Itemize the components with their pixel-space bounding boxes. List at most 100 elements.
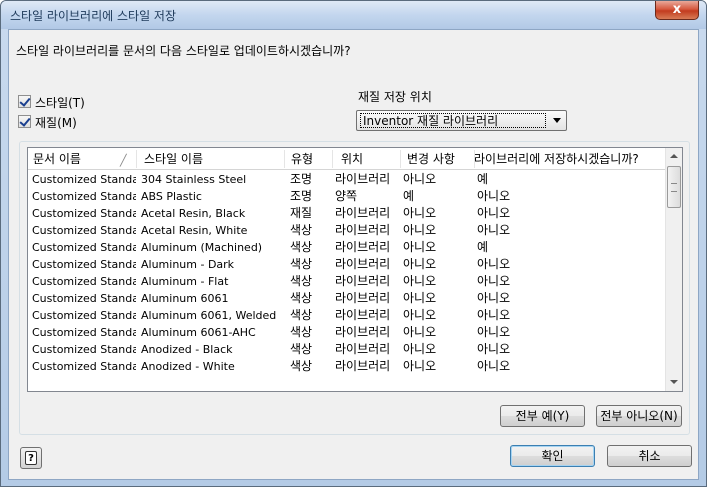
cell-location: 라이브러리 [335, 359, 391, 373]
cell-save[interactable]: 아니오 [477, 205, 627, 222]
cell-save[interactable]: 아니오 [477, 358, 627, 375]
list-header: 문서 이름 ╱ 스타일 이름 유형 위치 변경 사항 라이브러리에 저장하시겠습… [28, 148, 666, 170]
table-row[interactable]: Customized Standard 304 Stainless Steel 조명… [28, 171, 666, 188]
cell-type: 색상 [290, 223, 313, 237]
column-header-location[interactable]: 위치 [336, 148, 400, 170]
cell-document: Customized Standard [32, 326, 136, 339]
cell-location: 라이브러리 [335, 206, 391, 220]
sort-indicator-icon: ╱ [120, 154, 127, 167]
cell-type: 조명 [290, 189, 313, 203]
table-row[interactable]: Customized Standard Aluminum 6061, Welded… [28, 307, 666, 324]
cell-style: Acetal Resin, White [141, 224, 248, 237]
cell-document: Customized Standard [32, 173, 136, 186]
cell-type: 조명 [290, 172, 313, 186]
table-row[interactable]: Customized Standard Aluminum (Machined) 색상… [28, 239, 666, 256]
help-button[interactable]: ? [20, 447, 42, 469]
cell-type: 재질 [290, 206, 313, 220]
cancel-button[interactable]: 취소 [607, 445, 692, 467]
cell-style: Aluminum 6061 [141, 292, 229, 305]
column-header-type[interactable]: 유형 [286, 148, 332, 170]
cell-document: Customized Standard [32, 258, 136, 271]
all-yes-button[interactable]: 전부 예(Y) [500, 405, 585, 427]
cell-document: Customized Standard [32, 241, 136, 254]
cell-save[interactable]: 아니오 [477, 341, 627, 358]
cell-location: 라이브러리 [335, 172, 391, 186]
cell-changes: 아니오 [403, 308, 437, 322]
cell-type: 색상 [290, 342, 313, 356]
cell-style: Aluminum (Machined) [141, 241, 263, 254]
cell-style: ABS Plastic [141, 190, 202, 203]
cell-changes: 아니오 [403, 359, 437, 373]
table-row[interactable]: Customized Standard Aluminum 6061 색상 라이브러리 아… [28, 290, 666, 307]
help-icon: ? [25, 451, 37, 465]
styles-list[interactable]: 문서 이름 ╱ 스타일 이름 유형 위치 변경 사항 라이브러리에 저장하시겠습… [27, 147, 683, 392]
cell-style: Aluminum 6061, Welded [141, 309, 277, 322]
cell-changes: 아니오 [403, 257, 437, 271]
cell-save[interactable]: 아니오 [477, 273, 627, 290]
cell-changes: 예 [403, 189, 415, 203]
ok-button[interactable]: 확인 [510, 445, 595, 467]
table-row[interactable]: Customized Standard Acetal Resin, Black 재질… [28, 205, 666, 222]
column-header-style[interactable]: 스타일 이름 [139, 148, 284, 170]
close-icon: x [672, 2, 682, 17]
table-row[interactable]: Customized Standard Anodized - White 색상 라이브… [28, 358, 666, 375]
cell-changes: 아니오 [403, 172, 437, 186]
all-no-button[interactable]: 전부 아니오(N) [596, 405, 682, 427]
cell-type: 색상 [290, 291, 313, 305]
cell-changes: 아니오 [403, 240, 437, 254]
table-row[interactable]: Customized Standard Acetal Resin, White 색상… [28, 222, 666, 239]
close-button[interactable]: x [655, 1, 699, 20]
cell-save[interactable]: 아니오 [477, 188, 627, 205]
cell-style: Anodized - Black [141, 343, 233, 356]
materials-checkbox-label[interactable]: 재질(M) [35, 114, 77, 131]
scroll-up-icon[interactable] [666, 148, 682, 165]
cell-location: 라이브러리 [335, 342, 391, 356]
scroll-thumb[interactable] [667, 166, 681, 208]
styles-checkbox[interactable] [18, 95, 31, 108]
cell-document: Customized Standard [32, 224, 136, 237]
cell-save[interactable]: 아니오 [477, 222, 627, 239]
scroll-down-icon[interactable] [666, 374, 682, 391]
dialog-client-area: 스타일 라이브러리를 문서의 다음 스타일로 업데이트하시겠습니까? 스타일(T… [8, 29, 699, 480]
cell-document: Customized Standard [32, 343, 136, 356]
vertical-scrollbar[interactable] [665, 148, 682, 391]
cell-location: 라이브러리 [335, 291, 391, 305]
cell-style: Aluminum - Flat [141, 275, 229, 288]
cell-changes: 아니오 [403, 342, 437, 356]
cell-changes: 아니오 [403, 325, 437, 339]
cell-document: Customized Standard [32, 275, 136, 288]
cell-location: 라이브러리 [335, 257, 391, 271]
cell-document: Customized Standard [32, 207, 136, 220]
material-location-label: 재질 저장 위치 [358, 90, 432, 104]
cell-save[interactable]: 예 [477, 171, 627, 188]
title-bar[interactable]: 스타일 라이브러리에 스타일 저장 x [1, 1, 706, 29]
table-row[interactable]: Customized Standard Aluminum 6061-AHC 색상 라이… [28, 324, 666, 341]
cell-style: Anodized - White [141, 360, 235, 373]
column-header-changes[interactable]: 변경 사항 [402, 148, 474, 170]
table-row[interactable]: Customized Standard Aluminum - Dark 색상 라이브러… [28, 256, 666, 273]
cell-save[interactable]: 예 [477, 239, 627, 256]
table-row[interactable]: Customized Standard Anodized - Black 색상 라이브… [28, 341, 666, 358]
cell-save[interactable]: 아니오 [477, 324, 627, 341]
cell-style: Aluminum - Dark [141, 258, 235, 271]
cell-location: 양쪽 [335, 189, 358, 203]
cell-changes: 아니오 [403, 223, 437, 237]
table-row[interactable]: Customized Standard Aluminum - Flat 색상 라이브러… [28, 273, 666, 290]
styles-checkbox-label[interactable]: 스타일(T) [35, 94, 85, 111]
cell-save[interactable]: 아니오 [477, 290, 627, 307]
cell-style: 304 Stainless Steel [141, 173, 247, 186]
cell-location: 라이브러리 [335, 325, 391, 339]
material-location-select[interactable]: Inventor 재질 라이브러리 [356, 110, 567, 131]
cell-location: 라이브러리 [335, 240, 391, 254]
cell-document: Customized Standard [32, 360, 136, 373]
table-row[interactable]: Customized Standard ABS Plastic 조명 양쪽 예 아니오 [28, 188, 666, 205]
dialog-window: 스타일 라이브러리에 스타일 저장 x 스타일 라이브러리를 문서의 다음 스타… [0, 0, 707, 487]
cell-type: 색상 [290, 308, 313, 322]
cell-save[interactable]: 아니오 [477, 307, 627, 324]
cell-save[interactable]: 아니오 [477, 256, 627, 273]
chevron-down-icon [553, 118, 561, 123]
cell-type: 색상 [290, 325, 313, 339]
materials-checkbox[interactable] [18, 115, 31, 128]
column-header-save[interactable]: 라이브러리에 저장하시겠습니까? [474, 148, 666, 170]
material-location-value: Inventor 재질 라이브러리 [360, 113, 546, 128]
